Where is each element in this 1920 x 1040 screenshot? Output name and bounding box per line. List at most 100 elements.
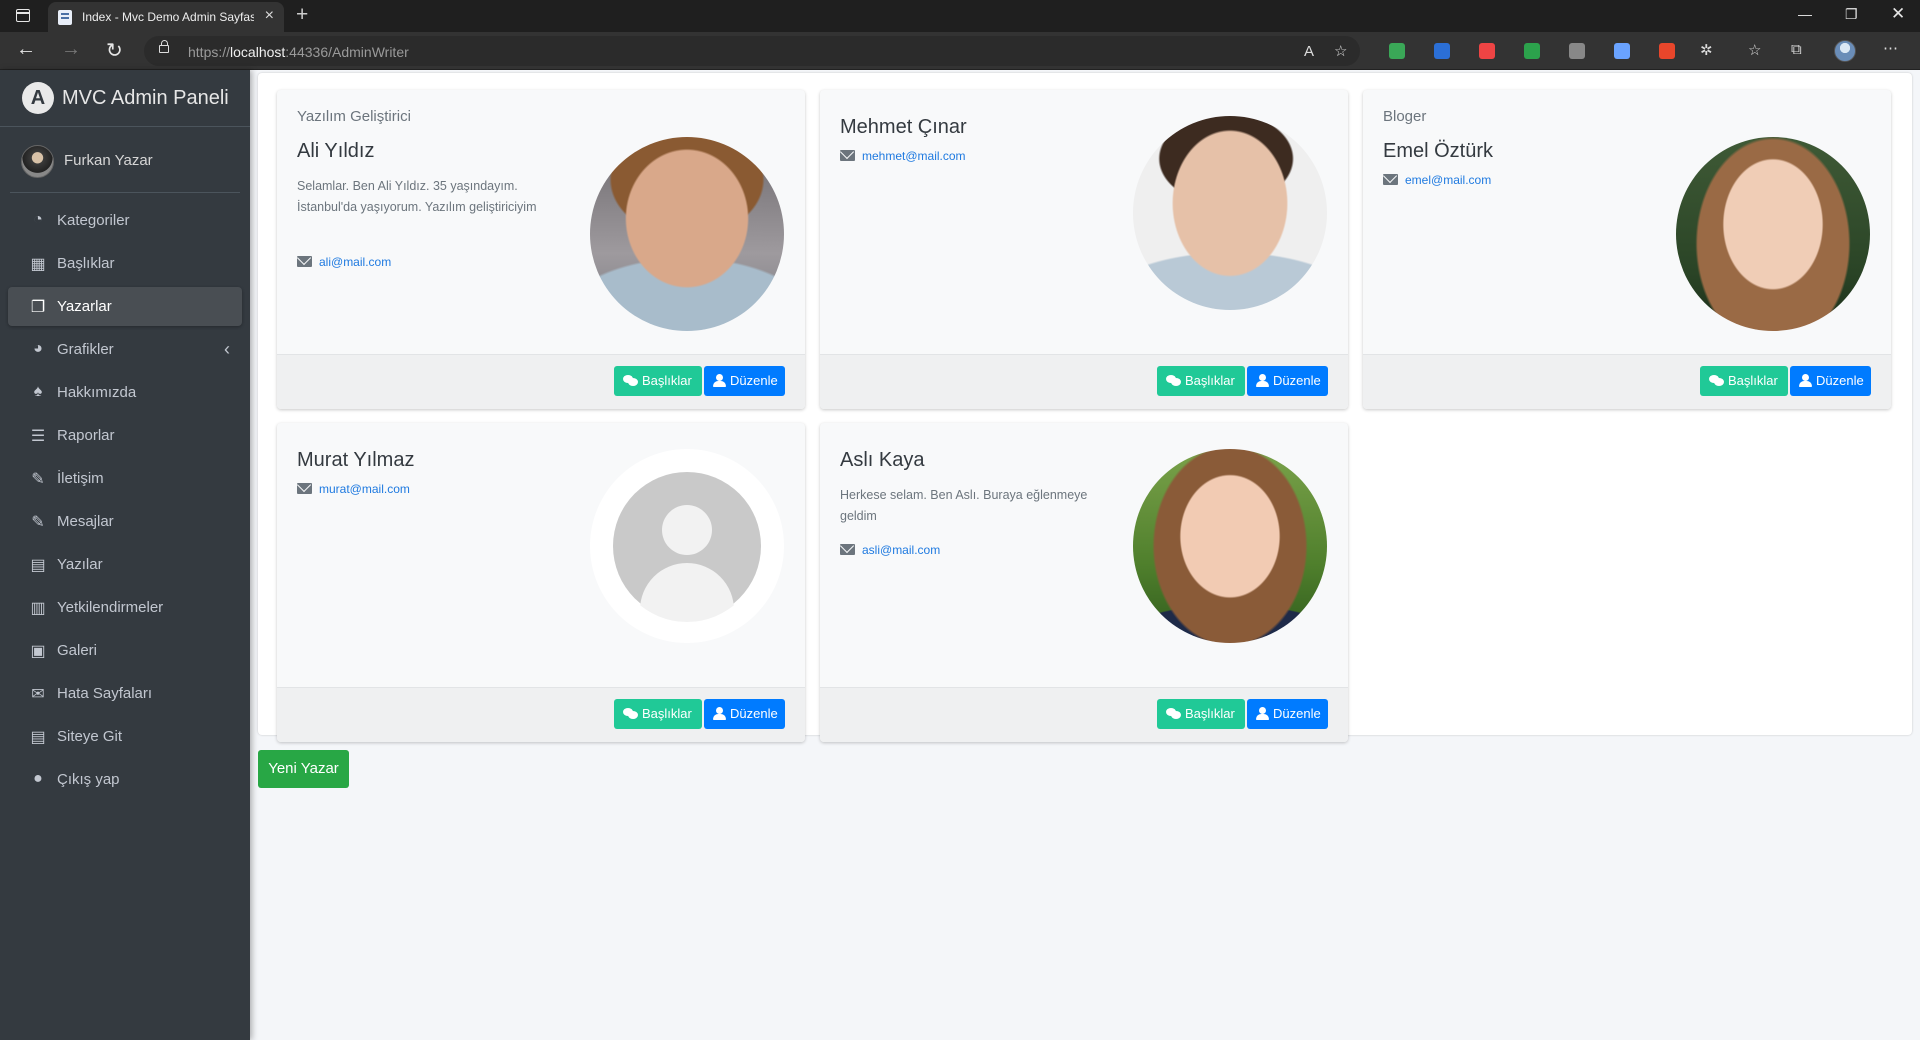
headings-button[interactable]: Başlıklar [1157,366,1245,396]
edit-button[interactable]: Düzenle [1247,366,1328,396]
reload-icon[interactable]: ↻ [106,38,123,63]
sidebar-item-hata-sayfalari[interactable]: ✉ Hata Sayfaları [8,674,242,713]
user-icon [713,374,728,387]
extension-v-icon[interactable] [1569,43,1585,59]
shield-extension-icon[interactable] [1524,43,1540,59]
url-field[interactable]: https://localhost:44336/AdminWriter A ☆ [144,36,1360,66]
pen-extension-icon[interactable] [1614,43,1630,59]
user-name[interactable]: Furkan Yazar [64,152,153,169]
user-icon [1799,374,1814,387]
writer-email-link[interactable]: mehmet@mail.com [840,149,966,163]
writer-about: Selamlar. Ben Ali Yıldız. 35 yaşındayım.… [297,179,537,214]
lock-icon[interactable] [159,40,169,53]
headings-button[interactable]: Başlıklar [614,699,702,729]
user-icon [713,707,728,720]
browser-tab-bar: Index - Mvc Demo Admin Sayfası × + — ❐ ✕ [0,0,1920,32]
sidebar-item-yetkilendirmeler[interactable]: ▥ Yetkilendirmeler [8,588,242,627]
writer-card: Aslı Kaya Herkese selam. Ben Aslı. Buraya… [820,423,1348,742]
sidebar-item-yazilar[interactable]: ▤ Yazılar [8,545,242,584]
sidebar-item-iletisim[interactable]: ✎ İletişim [8,459,242,498]
comments-icon [1709,374,1724,387]
sidebar-item-label: Galeri [57,642,98,659]
user-panel[interactable]: Furkan Yazar [10,127,240,193]
favorites-icon[interactable]: ☆ [1748,41,1761,59]
extension-3-icon[interactable] [1479,43,1495,59]
tab-title: Index - Mvc Demo Admin Sayfası [82,10,254,24]
minimize-icon[interactable]: — [1798,6,1812,22]
sidebar-item-raporlar[interactable]: ☰ Raporlar [8,416,242,455]
sidebar-item-yazarlar[interactable]: ❐ Yazarlar [8,287,242,326]
brand-link[interactable]: A MVC Admin Paneli [0,70,250,127]
more-menu-icon[interactable]: ⋯ [1883,39,1898,57]
favorite-add-icon[interactable]: ☆ [1334,42,1347,60]
browser-address-bar: ← → ↻ https://localhost:44336/AdminWrite… [0,32,1920,70]
sidebar-item-label: Kategoriler [57,212,130,229]
headings-button[interactable]: Başlıklar [614,366,702,396]
envelope-icon [297,483,312,494]
writer-email-link[interactable]: emel@mail.com [1383,173,1491,187]
user-avatar [21,145,54,178]
writer-name: Ali Yıldız [297,140,375,162]
envelope-icon [297,256,312,267]
forward-icon[interactable]: → [61,38,81,61]
edit-button[interactable]: Düzenle [1247,699,1328,729]
window-menu-icon[interactable] [16,9,30,22]
edit-button[interactable]: Düzenle [704,699,785,729]
sidebar-item-basliklar[interactable]: ▦ Başlıklar [8,244,242,283]
writer-name: Aslı Kaya [840,449,925,471]
restore-icon[interactable]: ❐ [1845,6,1858,23]
new-writer-button[interactable]: Yeni Yazar [258,750,349,788]
collections-icon[interactable]: ⧉ [1791,41,1802,58]
close-window-icon[interactable]: ✕ [1891,4,1905,24]
writer-name: Emel Öztürk [1383,140,1494,162]
new-tab-icon[interactable]: + [296,3,308,27]
browser-tab-active[interactable]: Index - Mvc Demo Admin Sayfası × [48,2,284,32]
envelope-icon [840,544,855,555]
image-icon: ▣ [30,643,46,660]
sidebar-item-kategoriler[interactable]: ◔ Kategoriler [8,201,242,240]
headings-button[interactable]: Başlıklar [1700,366,1788,396]
writer-photo [590,137,784,331]
chevron-left-icon[interactable]: ‹ [224,339,230,360]
extension-7-icon[interactable] [1659,43,1675,59]
edit-button[interactable]: Düzenle [704,366,785,396]
card-footer: Başlıklar Düzenle [277,687,805,742]
edit-button[interactable]: Düzenle [1790,366,1871,396]
sidebar-item-label: Grafikler [57,341,114,358]
writer-about: Herkese selam. Ben Aslı. Buraya eğlenmey… [840,488,1088,523]
page-favicon-icon [58,10,72,25]
translate-extension-icon[interactable] [1434,43,1450,59]
extension-1-icon[interactable] [1389,43,1405,59]
user-icon [1256,374,1271,387]
writer-email-link[interactable]: asli@mail.com [840,543,940,557]
back-icon[interactable]: ← [16,38,36,61]
writer-photo [1133,116,1327,310]
writer-email-link[interactable]: murat@mail.com [297,482,410,496]
extensions-icon[interactable]: ✲ [1700,41,1713,59]
brand-title: MVC Admin Paneli [62,87,229,109]
writer-email-link[interactable]: ali@mail.com [297,255,391,269]
writer-photo [1676,137,1870,331]
grid-icon: ▦ [30,256,46,273]
writer-card: Mehmet Çınar mehmet@mail.com Başlıklar Düze… [820,90,1348,409]
writer-card: Bloger Emel Öztürk emel@mail.com Başlıklar D… [1363,90,1891,409]
pie-chart-icon: ◕ [33,340,43,357]
headings-button[interactable]: Başlıklar [1157,699,1245,729]
sidebar-item-hakkimizda[interactable]: ♠ Hakkımızda [8,373,242,412]
comments-icon [1166,374,1181,387]
close-tab-icon[interactable]: × [265,7,274,25]
edit-icon: ✎ [31,514,45,531]
card-footer: Başlıklar Düzenle [820,687,1348,742]
sidebar-item-label: Çıkış yap [57,771,120,788]
sidebar-item-cikis-yap[interactable]: ● Çıkış yap [8,760,242,799]
file-icon: ▤ [30,729,46,746]
brand-logo-icon: A [22,82,54,114]
sidebar-item-galeri[interactable]: ▣ Galeri [8,631,242,670]
sidebar-item-grafikler[interactable]: ◕ Grafikler ‹ [8,330,242,369]
profile-avatar-icon[interactable] [1834,40,1856,62]
writer-name: Mehmet Çınar [840,116,967,138]
read-aloud-icon[interactable]: A [1304,43,1314,60]
comments-icon [623,374,638,387]
sidebar-item-mesajlar[interactable]: ✎ Mesajlar [8,502,242,541]
sidebar-item-siteye-git[interactable]: ▤ Siteye Git [8,717,242,756]
